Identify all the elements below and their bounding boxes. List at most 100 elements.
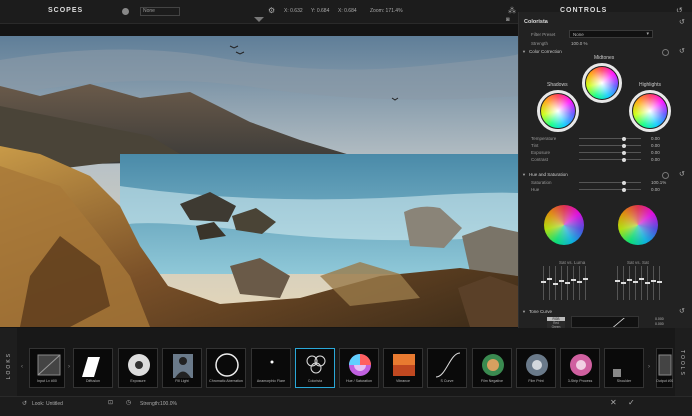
colorista-icon — [306, 355, 326, 374]
slider-value-hue[interactable]: 0.00 — [651, 187, 660, 192]
fader-knob[interactable] — [577, 281, 582, 283]
slider-track-tint[interactable] — [579, 143, 641, 148]
image-preview[interactable] — [0, 36, 518, 327]
status-strength-value[interactable]: 100.0% — [160, 401, 177, 407]
expand-triangle-icon[interactable]: ▼ — [522, 172, 526, 177]
filter-name: Colorista — [524, 19, 548, 25]
fader-track — [549, 266, 550, 300]
look-name[interactable]: Untitled — [46, 401, 63, 407]
fader-knob[interactable] — [559, 280, 564, 282]
midtones-wheel[interactable] — [586, 67, 618, 99]
fader-knob[interactable] — [627, 279, 632, 281]
filter-tile-label: Output #00 — [656, 379, 673, 383]
fader-track — [629, 266, 630, 300]
filter-tile-label: 3-Strip Process — [567, 379, 593, 383]
filllight-icon — [173, 354, 193, 378]
looks-label[interactable]: LOOKS — [6, 352, 12, 379]
scroll-arrow-icon[interactable]: › — [648, 364, 650, 370]
slider-knob[interactable] — [621, 180, 626, 185]
hue-wheel-left[interactable] — [544, 205, 584, 245]
slider-track-hue[interactable] — [579, 187, 641, 192]
user-icon[interactable] — [122, 8, 129, 15]
slider-knob[interactable] — [621, 143, 626, 148]
coord-y: Y: 0.684 — [311, 8, 330, 14]
exposure-icon — [128, 354, 150, 376]
slider-knob[interactable] — [621, 136, 626, 141]
fader-knob[interactable] — [583, 278, 588, 280]
slider-value-exposure[interactable]: 0.00 — [651, 150, 660, 155]
fader-knob[interactable] — [645, 282, 650, 284]
filter-tile-label: S Curve — [440, 379, 454, 383]
fader-knob[interactable] — [571, 279, 576, 281]
hue-wheel-right[interactable] — [618, 205, 658, 245]
chevron-down-icon: ▾ — [646, 31, 649, 37]
sat-luma-faders[interactable] — [541, 266, 589, 300]
gear-icon[interactable]: ⚙ — [268, 6, 275, 15]
filter-preset-select[interactable]: None ▾ — [569, 30, 653, 38]
fader-knob[interactable] — [565, 282, 570, 284]
slider-knob[interactable] — [621, 157, 626, 162]
visibility-toggle[interactable] — [662, 49, 669, 56]
filter-reset-icon[interactable]: ↺ — [679, 18, 685, 26]
slider-value-temperature[interactable]: 0.00 — [651, 136, 660, 141]
slider-label-temperature: Temperature — [531, 136, 557, 141]
fader-track — [635, 266, 636, 300]
highlights-wheel[interactable] — [633, 94, 667, 128]
fader-knob[interactable] — [639, 278, 644, 280]
save-look-icon[interactable]: ⊡ — [108, 399, 113, 406]
tc-reset-icon[interactable]: ↺ — [679, 307, 685, 315]
cancel-icon[interactable]: ✕ — [610, 398, 617, 407]
ring-icon — [215, 353, 239, 377]
slider-knob[interactable] — [621, 150, 626, 155]
look-label: Look: — [32, 401, 45, 407]
slider-track-contrast[interactable] — [579, 157, 641, 162]
midtones-label: Midtones — [594, 55, 615, 61]
user-select[interactable]: None — [140, 7, 180, 16]
scopes-label[interactable]: SCOPES — [48, 7, 83, 14]
scroll-arrow-icon[interactable]: ‹ — [21, 364, 23, 370]
strength-value[interactable]: 100.0 % — [571, 41, 588, 46]
color-correction-label: Color Correction — [529, 49, 562, 54]
hue-sat-label: Hue and Saturation — [529, 172, 568, 177]
slider-label-tint: Tint — [531, 143, 539, 148]
strength-label: Strength — [531, 41, 549, 46]
slider-track-temperature[interactable] — [579, 136, 641, 141]
expand-triangle-icon[interactable]: ▼ — [522, 49, 526, 54]
filmneg-icon — [482, 354, 504, 376]
filter-tile-label: Anamorphic Flare — [256, 379, 286, 383]
slider-knob[interactable] — [621, 187, 626, 192]
tone-curve-graph[interactable] — [571, 316, 639, 328]
fader-knob[interactable] — [547, 278, 552, 280]
camera-icon[interactable]: ◙ — [506, 17, 510, 23]
filmprint-icon — [526, 354, 548, 376]
fader-track — [561, 266, 562, 300]
apply-check-icon[interactable]: ✓ — [628, 398, 635, 407]
fader-knob[interactable] — [615, 280, 620, 282]
sat-sat-faders[interactable] — [615, 266, 663, 300]
shadows-wheel[interactable] — [541, 94, 575, 128]
fader-knob[interactable] — [553, 283, 558, 285]
slider-track-saturation[interactable] — [579, 180, 641, 185]
fader-knob[interactable] — [651, 280, 656, 282]
visibility-toggle[interactable] — [662, 172, 669, 179]
tools-label[interactable]: TOOLS — [679, 350, 685, 377]
scroll-arrow-icon[interactable]: › — [68, 364, 70, 370]
hs-reset-icon[interactable]: ↺ — [679, 170, 685, 178]
share-icon[interactable]: ⁂ — [508, 6, 516, 15]
collapse-arrow-icon[interactable] — [254, 17, 264, 22]
fader-knob[interactable] — [541, 281, 546, 283]
slider-track-exposure[interactable] — [579, 150, 641, 155]
expand-triangle-icon[interactable]: ▼ — [522, 309, 526, 314]
cc-reset-icon[interactable]: ↺ — [679, 47, 685, 55]
strip3-icon — [570, 354, 592, 376]
undo-icon[interactable]: ↺ — [22, 400, 27, 407]
slider-value-tint[interactable]: 0.00 — [651, 143, 660, 148]
huesat-icon — [349, 354, 371, 376]
slider-value-saturation[interactable]: 100.1% — [651, 180, 666, 185]
fader-knob[interactable] — [633, 281, 638, 283]
fader-knob[interactable] — [621, 282, 626, 284]
slider-value-contrast[interactable]: 0.00 — [651, 157, 660, 162]
landscape-photo — [0, 36, 518, 327]
fader-knob[interactable] — [657, 281, 662, 283]
slider-label-saturation: Saturation — [531, 180, 552, 185]
